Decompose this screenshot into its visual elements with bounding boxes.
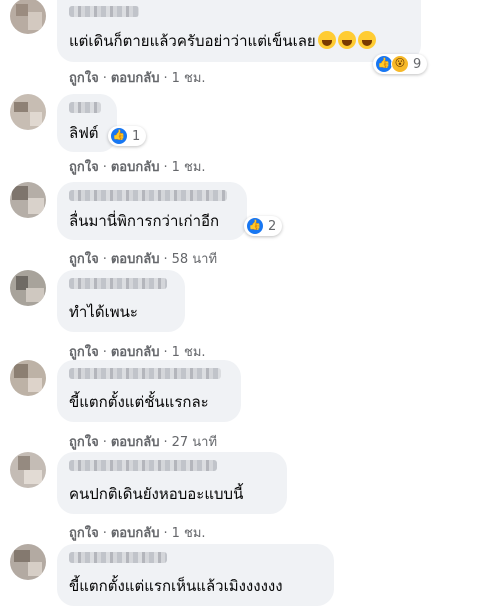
comment-actions: ถูกใจ · ตอบกลับ · 58 นาที: [69, 252, 218, 267]
commenter-name[interactable]: [69, 6, 139, 17]
timestamp[interactable]: 27 นาที: [172, 435, 217, 450]
wow-icon: 😮: [391, 55, 409, 73]
comment-text: ขี้แตกตั้งแต่แรกเห็นแล้วเมิงงงงงง: [69, 577, 283, 595]
reaction-summary[interactable]: 👍 😮 9: [373, 54, 428, 74]
commenter-name[interactable]: [69, 460, 217, 471]
comment-bubble: ลื่นมานี่พิการกว่าเก่าอีก: [57, 182, 247, 240]
avatar[interactable]: [10, 544, 46, 580]
commenter-name[interactable]: [69, 190, 227, 201]
comment-text: แต่เดินก็ตายแล้วครับอย่าว่าแต่เข็นเลย: [69, 31, 376, 51]
like-icon: 👍: [110, 127, 128, 145]
like-link[interactable]: ถูกใจ: [69, 71, 99, 86]
reply-link[interactable]: ตอบกลับ: [111, 526, 160, 541]
laughing-emoji-icon: [337, 31, 356, 49]
like-link[interactable]: ถูกใจ: [69, 435, 99, 450]
comment-actions: ถูกใจ · ตอบกลับ · 27 นาที: [69, 435, 218, 450]
reply-link[interactable]: ตอบกลับ: [111, 252, 160, 267]
like-link[interactable]: ถูกใจ: [69, 160, 99, 175]
comment-text: คนปกติเดินยังหอบอะแบบนี้: [69, 485, 244, 503]
laughing-emoji-icon: [317, 31, 336, 49]
timestamp[interactable]: 1 ชม.: [172, 160, 206, 175]
comment-bubble: ลิฟต์: [57, 94, 117, 152]
comment-actions: ถูกใจ · ตอบกลับ · 1 ชม.: [69, 345, 206, 360]
avatar[interactable]: [10, 360, 46, 396]
comment-actions: ถูกใจ · ตอบกลับ · 1 ชม.: [69, 160, 206, 175]
reply-link[interactable]: ตอบกลับ: [111, 160, 160, 175]
timestamp[interactable]: 58 นาที: [172, 252, 217, 267]
commenter-name[interactable]: [69, 278, 167, 289]
comment-text: ทำได้เพนะ: [69, 303, 138, 321]
laughing-emoji-icon: [357, 31, 376, 49]
reaction-summary[interactable]: 👍 1: [108, 126, 147, 146]
reply-link[interactable]: ตอบกลับ: [111, 71, 160, 86]
commenter-name[interactable]: [69, 368, 221, 379]
comment-actions: ถูกใจ · ตอบกลับ · 1 ชม.: [69, 71, 206, 86]
comment-bubble: แต่เดินก็ตายแล้วครับอย่าว่าแต่เข็นเลย: [57, 0, 421, 62]
reaction-count: 9: [413, 56, 422, 72]
comment-bubble: ทำได้เพนะ: [57, 270, 185, 332]
reaction-count: 2: [268, 218, 277, 234]
comment-actions: ถูกใจ · ตอบกลับ · 1 ชม.: [69, 526, 206, 541]
like-icon: 👍: [246, 217, 264, 235]
comment-text: ขี้แตกตั้งแต่ชั้นแรกละ: [69, 393, 209, 411]
avatar[interactable]: [10, 0, 46, 34]
reaction-summary[interactable]: 👍 2: [244, 216, 283, 236]
commenter-name[interactable]: [69, 552, 167, 563]
avatar[interactable]: [10, 452, 46, 488]
commenter-name[interactable]: [69, 102, 101, 113]
reply-link[interactable]: ตอบกลับ: [111, 435, 160, 450]
timestamp[interactable]: 1 ชม.: [172, 526, 206, 541]
like-link[interactable]: ถูกใจ: [69, 526, 99, 541]
comment-bubble: ขี้แตกตั้งแต่แรกเห็นแล้วเมิงงงงงง: [57, 544, 334, 606]
reply-link[interactable]: ตอบกลับ: [111, 345, 160, 360]
avatar[interactable]: [10, 270, 46, 306]
comment-bubble: คนปกติเดินยังหอบอะแบบนี้: [57, 452, 287, 514]
timestamp[interactable]: 1 ชม.: [172, 71, 206, 86]
timestamp[interactable]: 1 ชม.: [172, 345, 206, 360]
reaction-count: 1: [132, 128, 141, 144]
like-link[interactable]: ถูกใจ: [69, 252, 99, 267]
comment-text: ลิฟต์: [69, 124, 99, 142]
like-link[interactable]: ถูกใจ: [69, 345, 99, 360]
comment-text: ลื่นมานี่พิการกว่าเก่าอีก: [69, 212, 220, 230]
comment-bubble: ขี้แตกตั้งแต่ชั้นแรกละ: [57, 360, 241, 422]
avatar[interactable]: [10, 182, 46, 218]
avatar[interactable]: [10, 94, 46, 130]
